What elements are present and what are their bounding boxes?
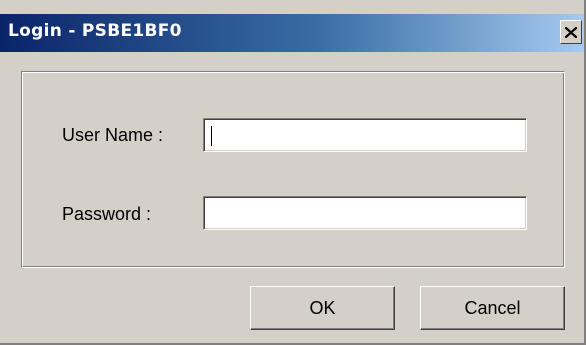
window-title: Login - PSBE1BF0 [8,21,182,41]
cancel-button[interactable]: Cancel [420,286,565,330]
ok-button[interactable]: OK [250,286,395,330]
close-icon [565,26,577,38]
credentials-group-box [21,71,565,268]
user-name-input[interactable] [203,118,527,152]
title-bar[interactable]: Login - PSBE1BF0 [0,14,584,52]
login-dialog: Login - PSBE1BF0 User Name : Password : … [0,0,586,345]
close-button[interactable] [560,20,582,44]
text-caret [211,126,212,146]
password-input[interactable] [203,196,527,230]
user-name-label: User Name : [62,125,164,145]
password-label: Password : [62,204,152,224]
user-name-field-wrapper [203,118,527,152]
